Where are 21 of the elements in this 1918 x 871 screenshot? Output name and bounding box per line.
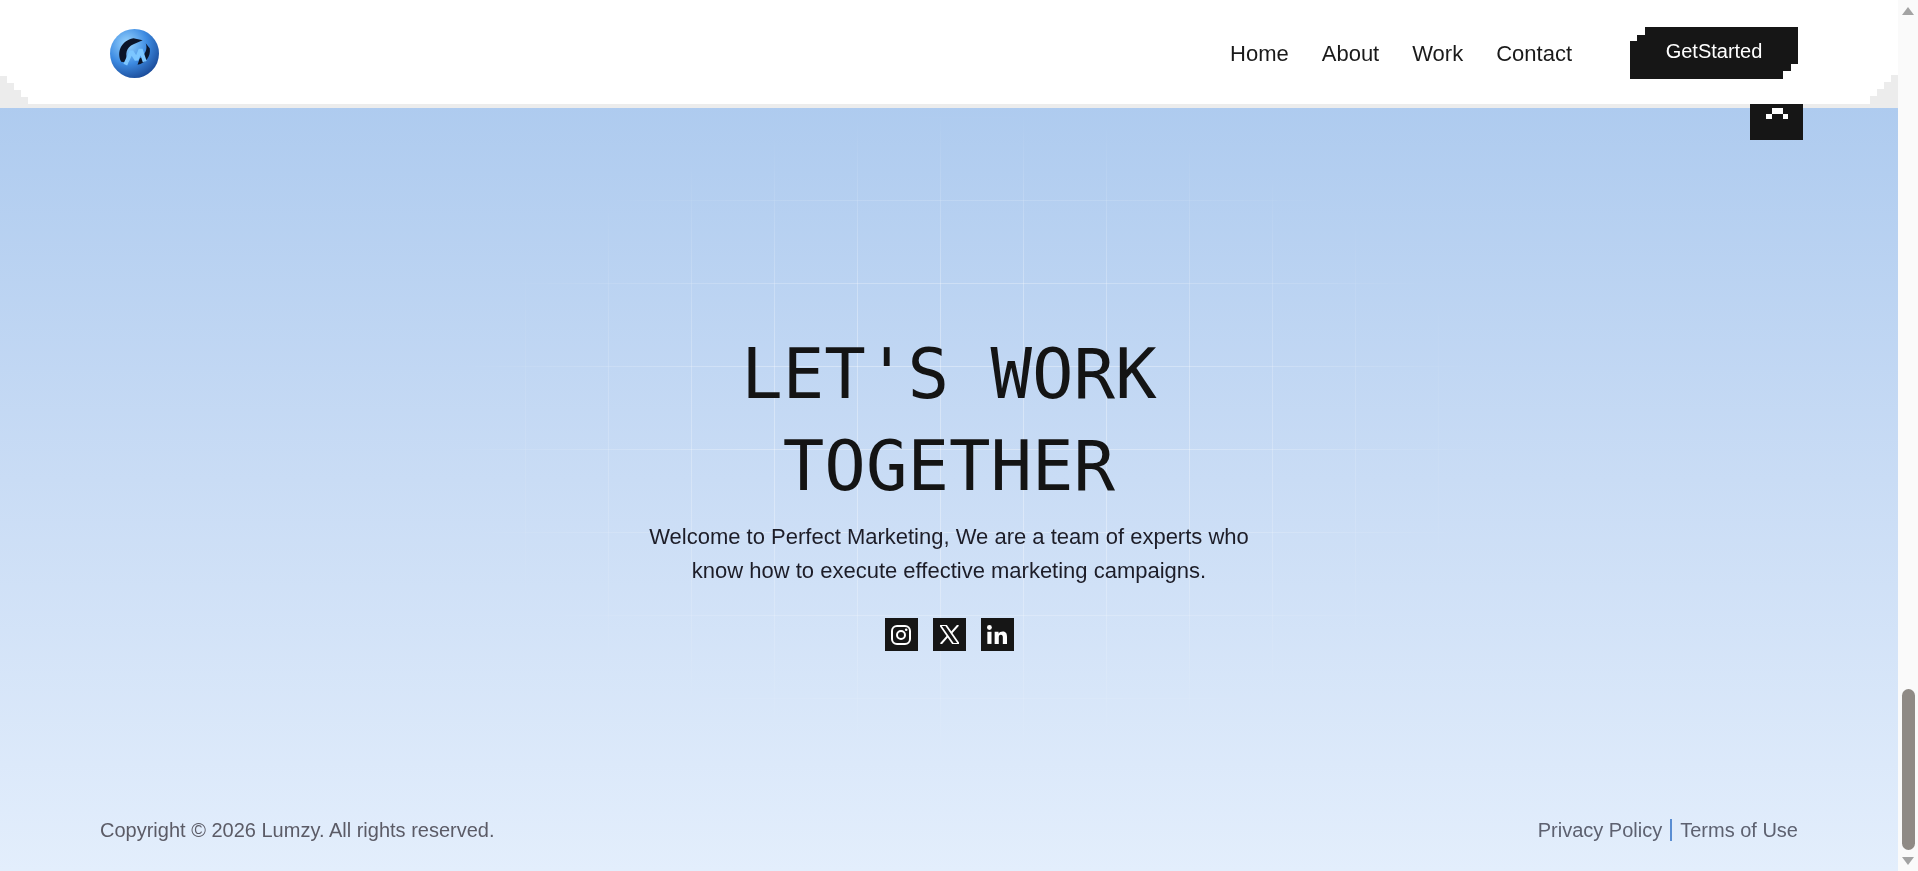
nav-link[interactable]: Contact: [1496, 36, 1572, 68]
camera-icon: [891, 624, 911, 645]
scrollbar-thumb[interactable]: [1901, 689, 1915, 850]
get-started-button[interactable]: GetStarted: [1630, 27, 1798, 79]
footer-link[interactable]: Terms of Use: [1680, 815, 1798, 845]
x-logo-icon: [939, 625, 959, 644]
social-link[interactable]: [932, 618, 966, 651]
scroll-to-top-button[interactable]: [1750, 104, 1803, 140]
footer-link[interactable]: Privacy Policy: [1537, 815, 1663, 845]
hero-title: LET'S WORK TOGETHER: [740, 333, 1158, 508]
nav-link[interactable]: Home: [1230, 36, 1289, 68]
linkedin-logo-icon: [987, 625, 1007, 644]
sphere-logo-icon[interactable]: [110, 28, 159, 78]
social-link[interactable]: [980, 618, 1014, 651]
copyright-text: Copyright © 2026 Lumzy. All rights reserved.: [100, 818, 495, 843]
nav-link[interactable]: About: [1321, 36, 1380, 68]
social-link[interactable]: [884, 618, 918, 651]
hero-description: Welcome to Perfect Marketing, We are a team of experts who know how to execute effective marketing campaigns.: [648, 523, 1250, 585]
caret-up-icon: [1765, 108, 1788, 119]
nav-link[interactable]: Work: [1412, 36, 1464, 68]
scrollbar-track[interactable]: [1898, 0, 1918, 871]
